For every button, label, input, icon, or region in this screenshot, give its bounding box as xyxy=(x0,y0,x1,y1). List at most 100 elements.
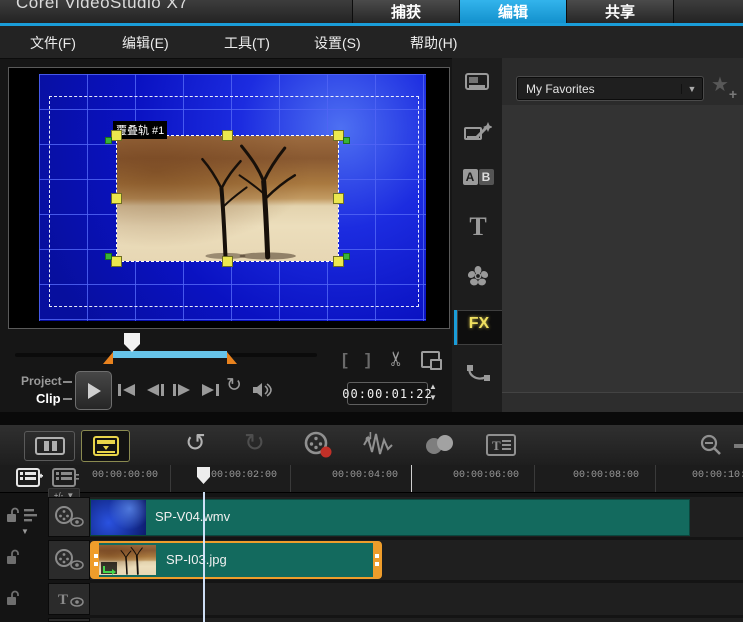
zoom-slider[interactable] xyxy=(734,444,743,448)
scrub-playhead[interactable] xyxy=(124,333,140,352)
timeline-clip-overlay-selected[interactable]: SP-I03.jpg xyxy=(90,541,382,579)
tab-share[interactable]: 共享 xyxy=(566,0,674,23)
speaker-icon xyxy=(253,383,272,397)
repeat-button[interactable]: ↻ xyxy=(226,374,242,397)
tab-share-label: 共享 xyxy=(604,4,635,21)
auto-music-button[interactable] xyxy=(424,435,456,455)
handle-top-middle[interactable] xyxy=(222,130,233,141)
menu-settings[interactable]: 设置(S) xyxy=(314,33,361,53)
skew-handle-top-right[interactable] xyxy=(343,137,350,144)
title-track-lock-button[interactable] xyxy=(5,590,20,611)
graphic-button[interactable] xyxy=(460,264,496,293)
timeline-view-button[interactable] xyxy=(81,430,130,462)
music-track-header[interactable] xyxy=(48,618,90,622)
overlay-clip-image xyxy=(117,136,338,261)
transition-a-label: A xyxy=(462,169,478,185)
timeline-playhead-line[interactable] xyxy=(203,492,205,622)
play-button[interactable] xyxy=(75,371,112,410)
plus-icon: + xyxy=(728,86,737,102)
subtitle-editor-button[interactable]: T xyxy=(486,433,516,457)
ruler-minor-tick xyxy=(534,465,535,492)
menu-help[interactable]: 帮助(H) xyxy=(410,33,457,53)
project-mode-label[interactable]: Project xyxy=(21,374,62,388)
timecode-down-spinner[interactable]: ▼ xyxy=(429,394,437,402)
desert-trees-art xyxy=(201,144,297,260)
handle-top-left[interactable] xyxy=(111,130,122,141)
timecode-value: 00:00:01:22 xyxy=(342,386,433,401)
handle-middle-right[interactable] xyxy=(333,193,344,204)
overlay-clip-name: SP-I03.jpg xyxy=(166,552,227,567)
video-track-ripple-button[interactable] xyxy=(23,507,39,528)
ruler-tick-0s: 00:00:00:00 xyxy=(92,470,159,481)
mark-out-button[interactable]: ] xyxy=(365,350,371,370)
gallery-dropdown[interactable]: My Favorites ▼ xyxy=(517,77,703,100)
fx-icon[interactable]: FX xyxy=(457,315,501,333)
svg-text:T: T xyxy=(492,438,501,453)
storyboard-view-button[interactable] xyxy=(24,431,75,461)
title-track-lane[interactable] xyxy=(90,583,743,615)
media-library-button[interactable] xyxy=(460,72,496,99)
menu-edit[interactable]: 编辑(E) xyxy=(122,33,169,53)
handle-bottom-left[interactable] xyxy=(111,256,122,267)
film-reel-icon xyxy=(304,431,332,458)
skew-handle-top-left[interactable] xyxy=(105,137,112,144)
overlay-clip-selection[interactable]: 覆叠轨 #1 xyxy=(105,121,350,267)
music-track-lane[interactable] xyxy=(90,618,743,622)
skew-handle-bottom-right[interactable] xyxy=(343,253,350,260)
trim-grip-dot xyxy=(374,562,379,566)
add-to-favorites-button[interactable]: ★ + xyxy=(711,74,739,102)
timecode-display[interactable]: 00:00:01:22 xyxy=(342,382,432,405)
sound-mixer-button[interactable] xyxy=(362,432,396,458)
enlarge-preview-button[interactable] xyxy=(421,351,442,370)
skew-handle-bottom-left[interactable] xyxy=(105,253,112,260)
menu-file[interactable]: 文件(F) xyxy=(30,33,76,53)
previous-frame-button[interactable] xyxy=(143,381,167,399)
zoom-out-button[interactable] xyxy=(699,434,723,458)
instant-project-button[interactable] xyxy=(460,120,496,149)
library-content-area[interactable] xyxy=(502,105,743,392)
track-manager-button[interactable] xyxy=(52,468,79,487)
overlay-track-lock-button[interactable] xyxy=(5,549,20,570)
go-to-end-button[interactable] xyxy=(198,381,222,399)
handle-middle-left[interactable] xyxy=(111,193,122,204)
ruler-tick-8s: 00:00:08:00 xyxy=(573,470,640,481)
track-manager-icon xyxy=(52,468,79,487)
video-track-lock-button[interactable] xyxy=(5,507,20,528)
preview-panel: 覆叠轨 #1 xyxy=(8,67,450,329)
next-frame-button[interactable] xyxy=(170,381,194,399)
go-to-start-button[interactable] xyxy=(115,381,139,399)
waveform-icon xyxy=(363,432,393,455)
clip-trim-handle-right[interactable] xyxy=(373,543,380,577)
timecode-up-spinner[interactable]: ▲ xyxy=(429,383,437,391)
track-motion-button[interactable] xyxy=(460,362,496,391)
redo-button[interactable]: ↻ xyxy=(244,428,265,458)
show-all-tracks-button[interactable] xyxy=(16,468,43,487)
video-clip-name: SP-V04.wmv xyxy=(155,509,231,524)
transition-b-label: B xyxy=(478,169,494,185)
clip-mode-label[interactable]: Clip xyxy=(36,391,61,406)
undo-button[interactable]: ↺ xyxy=(185,428,206,458)
tab-capture[interactable]: 捕获 xyxy=(352,0,460,23)
skip-start-icon xyxy=(118,384,135,396)
clip-trim-handle-left[interactable] xyxy=(92,543,99,577)
unlock-icon xyxy=(7,549,19,564)
gutter-collapse-caret[interactable]: ▼ xyxy=(21,527,29,536)
video-track-header[interactable] xyxy=(48,497,90,537)
record-capture-button[interactable] xyxy=(303,431,333,459)
clip-dash xyxy=(63,398,72,400)
transition-button[interactable]: AB xyxy=(460,168,496,186)
split-clip-button[interactable]: ✂ xyxy=(384,350,409,367)
video-track-icon xyxy=(55,506,84,527)
overlay-track-header[interactable] xyxy=(48,540,90,580)
title-track-header[interactable]: T xyxy=(48,583,90,615)
volume-button[interactable] xyxy=(250,381,274,399)
timeline-clip-video[interactable]: SP-V04.wmv xyxy=(90,499,690,536)
title-gallery-button[interactable]: T xyxy=(460,212,496,242)
menu-tools[interactable]: 工具(T) xyxy=(224,33,270,53)
menu-bar: 文件(F) 编辑(E) 工具(T) 设置(S) 帮助(H) xyxy=(0,26,743,59)
mark-in-button[interactable]: [ xyxy=(342,350,348,370)
tab-edit[interactable]: 编辑 xyxy=(459,0,567,23)
handle-bottom-middle[interactable] xyxy=(222,256,233,267)
trim-grip-dot xyxy=(93,554,98,558)
library-footer-strip xyxy=(502,392,743,413)
